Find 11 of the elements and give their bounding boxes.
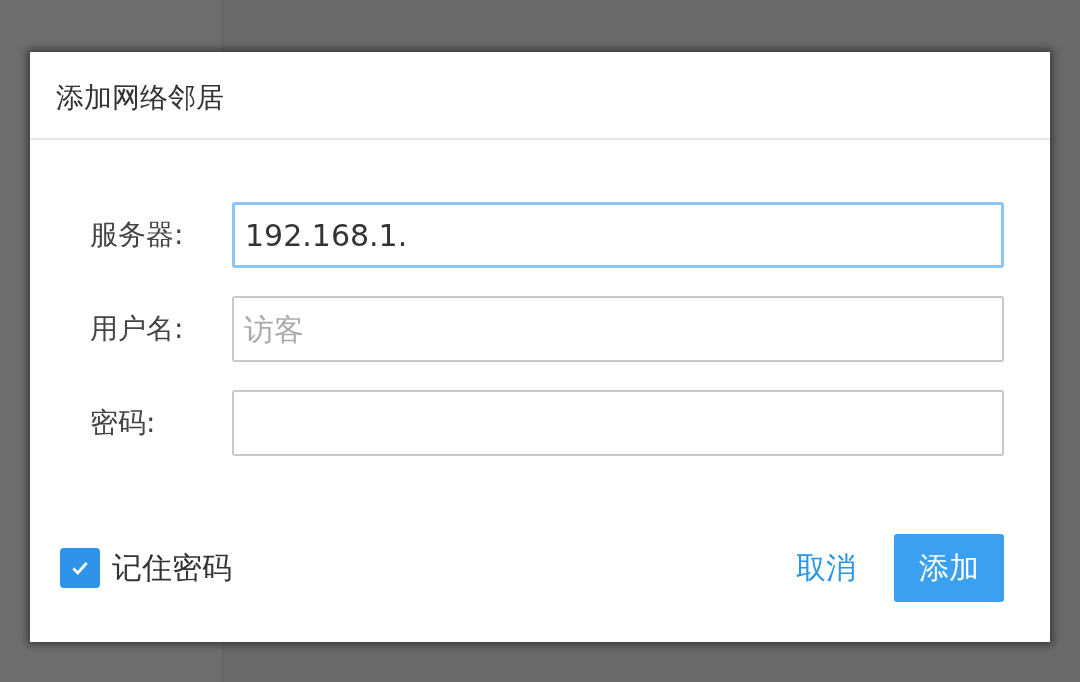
add-button[interactable]: 添加 [894, 534, 1004, 602]
cancel-button[interactable]: 取消 [774, 534, 878, 602]
checkbox-label: 记住密码 [112, 548, 232, 587]
checkbox[interactable] [60, 548, 100, 588]
input-field[interactable] [232, 390, 1004, 456]
field-label: 用户名: [90, 311, 185, 347]
field-label: 密码: [90, 405, 157, 441]
input-field[interactable]: 192.168.1. [232, 202, 1004, 268]
dialog-title: 添加网络邻居 [30, 52, 1050, 140]
input-field[interactable]: 访客 [232, 296, 1004, 362]
field-label: 服务器: [90, 217, 185, 253]
